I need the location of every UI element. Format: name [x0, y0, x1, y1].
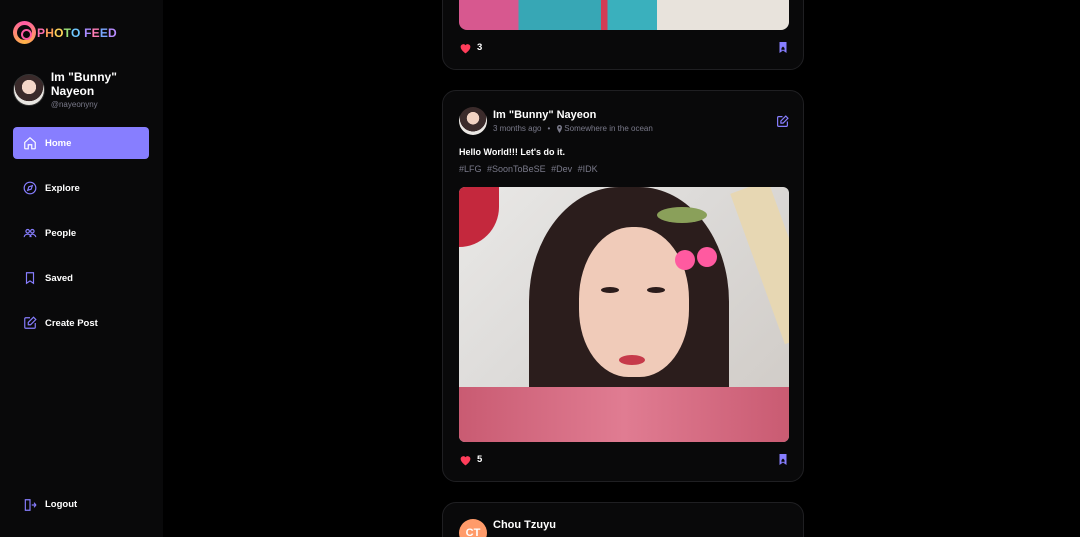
user-profile[interactable]: Im "Bunny" Nayeon @nayeonyny — [13, 70, 163, 109]
camera-logo-icon — [13, 21, 36, 44]
like-count: 3 — [477, 42, 483, 53]
sidebar-item-label: Saved — [45, 272, 73, 284]
separator-dot: • — [547, 124, 551, 133]
like-button[interactable]: 5 — [459, 454, 482, 466]
bookmark-icon[interactable] — [777, 41, 789, 54]
post-card: 3 — [442, 0, 804, 70]
avatar — [13, 73, 45, 106]
avatar[interactable] — [459, 107, 487, 135]
post-caption: Hello World!!! Let's do it. — [459, 147, 565, 157]
post-tags: #LFG #SoonToBeSE #Dev #IDK — [459, 164, 601, 174]
sidebar-item-label: Explore — [45, 182, 80, 194]
image-detail — [601, 287, 619, 293]
profile-handle: @nayeonyny — [50, 100, 98, 109]
people-icon — [22, 226, 37, 241]
logout-icon — [22, 497, 37, 512]
profile-name: Im "Bunny" Nayeon — [50, 70, 117, 98]
sidebar: PHOTO FEED Im "Bunny" Nayeon @nayeonyny … — [0, 0, 163, 537]
post-subtitle: 3 months ago • Somewhere in the ocean — [493, 124, 776, 133]
post-author[interactable]: Chou Tzuyu — [493, 519, 789, 531]
sidebar-item-label: Home — [45, 137, 72, 149]
sidebar-item-create-post[interactable]: Create Post — [13, 307, 149, 339]
image-detail — [675, 250, 695, 270]
image-detail — [730, 187, 789, 345]
hashtag[interactable]: #Dev — [551, 164, 572, 174]
sidebar-item-home[interactable]: Home — [13, 127, 149, 159]
heart-icon — [460, 43, 471, 53]
image-detail — [657, 207, 707, 223]
hashtag[interactable]: #IDK — [578, 164, 598, 174]
edit-icon — [22, 316, 37, 331]
image-detail — [459, 387, 789, 442]
hashtag[interactable]: #SoonToBeSE — [487, 164, 546, 174]
sidebar-item-people[interactable]: People — [13, 217, 149, 249]
compass-icon — [22, 181, 37, 196]
post-time: 3 months ago — [493, 124, 542, 133]
image-detail — [619, 355, 645, 365]
bookmark-icon[interactable] — [777, 453, 789, 466]
post-image[interactable] — [459, 187, 789, 442]
like-count: 5 — [477, 454, 483, 465]
post-actions: 3 — [459, 41, 789, 54]
sidebar-item-label: Create Post — [45, 317, 98, 329]
logout-button[interactable]: Logout — [22, 497, 77, 512]
hashtag[interactable]: #LFG — [459, 164, 482, 174]
post-card: Im "Bunny" Nayeon 3 months ago • Somewhe… — [442, 90, 804, 482]
logout-label: Logout — [45, 499, 78, 510]
bookmark-icon — [22, 271, 37, 286]
image-detail — [697, 247, 717, 267]
heart-icon — [460, 455, 471, 465]
location-pin-icon — [557, 124, 563, 133]
edit-post-icon[interactable] — [776, 114, 789, 128]
avatar[interactable]: CT — [459, 519, 487, 537]
post-header: CT Chou Tzuyu — [459, 519, 789, 537]
post-card: CT Chou Tzuyu — [442, 502, 804, 537]
post-header: Im "Bunny" Nayeon 3 months ago • Somewhe… — [459, 107, 789, 135]
image-detail — [647, 287, 665, 293]
post-image[interactable] — [459, 0, 789, 30]
sidebar-item-explore[interactable]: Explore — [13, 172, 149, 204]
image-detail — [459, 187, 499, 247]
sidebar-item-label: People — [45, 227, 77, 239]
home-icon — [22, 136, 37, 151]
sidebar-nav: Home Explore People Saved Create Post — [13, 127, 149, 352]
sidebar-item-saved[interactable]: Saved — [13, 262, 149, 294]
like-button[interactable]: 3 — [459, 42, 482, 54]
post-actions: 5 — [459, 453, 789, 466]
logo-text: PHOTO FEED — [37, 25, 117, 40]
post-location: Somewhere in the ocean — [564, 124, 653, 133]
app-logo[interactable]: PHOTO FEED — [13, 21, 117, 44]
post-author[interactable]: Im "Bunny" Nayeon — [493, 109, 776, 121]
